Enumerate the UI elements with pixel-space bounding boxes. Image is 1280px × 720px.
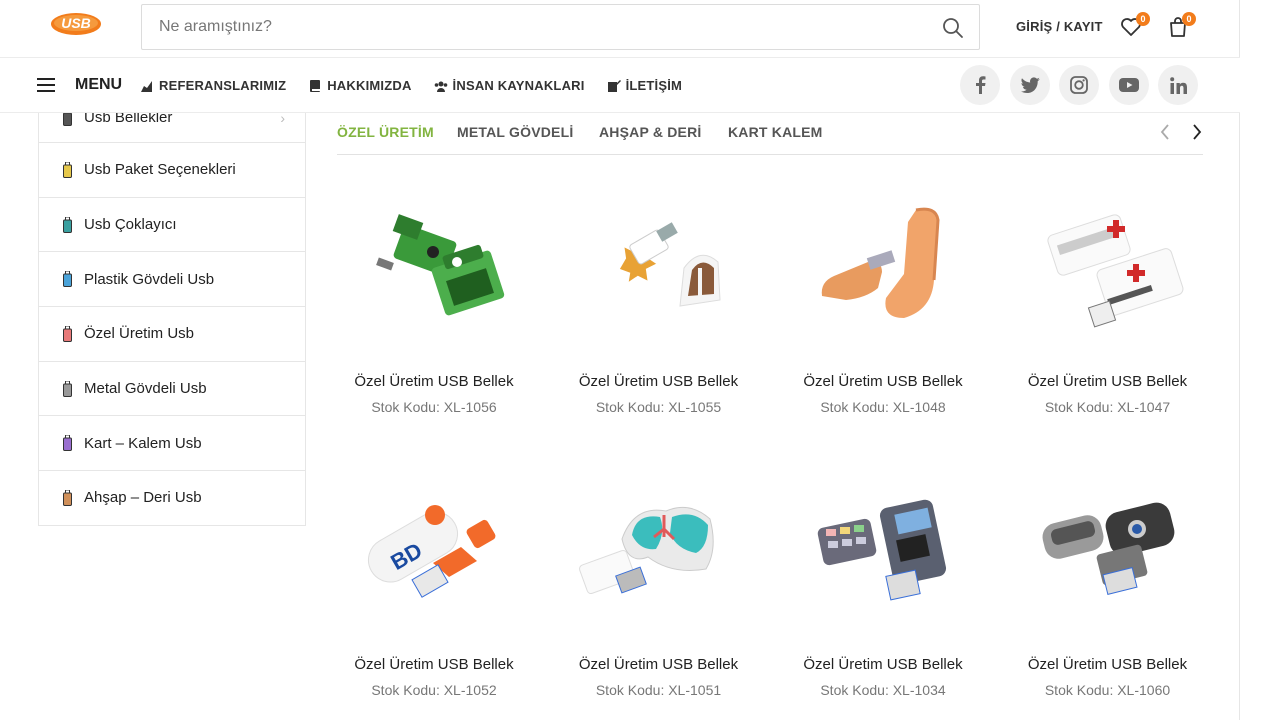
youtube-icon (1118, 78, 1139, 92)
linkedin-icon (1169, 76, 1187, 94)
product-stock-code: Stok Kodu: XL-1047 (1044, 399, 1171, 415)
product-name[interactable]: Özel Üretim USB Bellek (337, 373, 531, 390)
edit-icon (607, 79, 621, 92)
product-stock-code: Stok Kodu: XL-1056 (371, 399, 497, 415)
cart-count-badge: 0 (1182, 12, 1196, 26)
sidebar-category-label: Usb Paket Seçenekleri (84, 161, 236, 179)
product-stock-code: Stok Kodu: XL-1052 (371, 682, 497, 698)
product-stock-code: Stok Kodu: XL-1034 (820, 682, 946, 698)
usb-stick-icon (63, 271, 72, 288)
product-name[interactable]: Özel Üretim USB Bellek (562, 656, 756, 673)
hamburger-menu-icon[interactable] (37, 78, 55, 92)
sidebar-category-label: Metal Gövdeli Usb (84, 380, 207, 398)
tab-ozel-uretim[interactable]: ÖZEL ÜRETİM (337, 124, 434, 140)
product-card[interactable]: BD Özel Üretim USB Bellek Stok Kodu: XL-10… (337, 453, 531, 698)
book-icon (310, 79, 321, 92)
product-name[interactable]: Özel Üretim USB Bellek (337, 656, 531, 673)
product-card[interactable]: Özel Üretim USB Bellek Stok Kodu: XL-1051 (562, 453, 756, 698)
product-stock-code: Stok Kodu: XL-1051 (595, 682, 722, 698)
instagram-icon (1070, 76, 1088, 94)
product-card[interactable]: Özel Üretim USB Bellek Stok Kodu: XL-1056 (337, 170, 531, 415)
top-header: USB GİRİŞ / KAYIT 0 0 (0, 0, 1240, 56)
login-register-link[interactable]: GİRİŞ / KAYIT (1016, 19, 1103, 34)
sidebar-category-item[interactable]: Özel Üretim Usb (39, 306, 305, 361)
usb-stick-icon (63, 380, 72, 397)
sidebar-category-label: Plastik Gövdeli Usb (84, 270, 215, 288)
tab-ahsap-deri[interactable]: AHŞAP & DERİ (599, 124, 702, 140)
product-image[interactable] (1011, 170, 1205, 360)
product-image[interactable] (786, 453, 980, 643)
product-image[interactable] (1011, 453, 1205, 643)
page: USB GİRİŞ / KAYIT 0 0 MENU (0, 0, 1240, 720)
chevron-right-icon[interactable] (1191, 123, 1203, 141)
sidebar-category-item[interactable]: Metal Gövdeli Usb (39, 360, 305, 416)
logo-text: USB (61, 15, 91, 31)
search-icon[interactable] (941, 16, 965, 40)
sidebar-category-label: Usb Çoklayıcı (84, 216, 177, 234)
usb-stick-icon (63, 325, 72, 342)
product-name[interactable]: Özel Üretim USB Bellek (786, 373, 980, 390)
social-links (960, 65, 1208, 105)
product-card[interactable]: Özel Üretim USB Bellek Stok Kodu: XL-1048 (786, 170, 980, 415)
product-card[interactable]: Özel Üretim USB Bellek Stok Kodu: XL-1034 (786, 453, 980, 698)
product-image[interactable] (786, 170, 980, 360)
sidebar-category-label: Ahşap – Deri Usb (84, 489, 202, 507)
product-tabs: ÖZEL ÜRETİM METAL GÖVDELİ AHŞAP & DERİ K… (337, 113, 1203, 155)
product-image[interactable] (337, 170, 531, 360)
sidebar-category-item[interactable]: Usb Çoklayıcı (39, 196, 305, 252)
product-image[interactable]: BD (337, 453, 531, 643)
product-stock-code: Stok Kodu: XL-1055 (595, 399, 722, 415)
twitter-icon (1020, 77, 1040, 93)
nav-links: REFERANSLARIMIZ HAKKIMIZDA İNSAN KAYNAKL… (140, 78, 704, 93)
chevron-left-icon[interactable] (1159, 123, 1171, 141)
sidebar-category-item[interactable]: Plastik Gövdeli Usb (39, 251, 305, 306)
usb-logo[interactable]: USB (50, 12, 102, 36)
product-card[interactable]: Özel Üretim USB Bellek Stok Kodu: XL-1047 (1011, 170, 1205, 415)
sidebar-category-label: Kart – Kalem Usb (84, 434, 202, 452)
product-card[interactable]: Özel Üretim USB Bellek Stok Kodu: XL-1055 (562, 170, 756, 415)
product-name[interactable]: Özel Üretim USB Bellek (1011, 373, 1205, 390)
category-sidebar: Usb Bellekler › Usb Paket Seçenekleri Usb Ç… (38, 90, 306, 526)
product-image[interactable] (562, 453, 756, 643)
chart-icon (141, 80, 152, 92)
nav-link-label: İLETİŞİM (625, 78, 683, 93)
nav-link-referanslarimiz[interactable]: REFERANSLARIMIZ (140, 78, 286, 93)
search-box (141, 4, 980, 50)
youtube-button[interactable] (1108, 65, 1149, 105)
nav-link-label: İNSAN KAYNAKLARI (452, 78, 585, 93)
main-nav: MENU REFERANSLARIMIZ HAKKIMIZDA İNSAN KA… (0, 57, 1240, 113)
linkedin-button[interactable] (1158, 65, 1198, 105)
product-stock-code: Stok Kodu: XL-1060 (1044, 682, 1171, 698)
usb-stick-icon (63, 489, 72, 506)
facebook-icon (976, 76, 986, 94)
search-input[interactable] (142, 5, 922, 49)
wishlist-count-badge: 0 (1136, 12, 1150, 26)
menu-toggle-label[interactable]: MENU (75, 76, 122, 94)
nav-link-hakkimizda[interactable]: HAKKIMIZDA (308, 78, 411, 93)
product-image[interactable] (562, 170, 756, 360)
usb-stick-icon (63, 435, 72, 452)
sidebar-category-item[interactable]: Ahşap – Deri Usb (39, 470, 305, 525)
nav-link-insan-kaynaklari[interactable]: İNSAN KAYNAKLARI (434, 78, 585, 93)
sidebar-category-item[interactable]: Usb Paket Seçenekleri (39, 142, 305, 197)
product-card[interactable]: Özel Üretim USB Bellek Stok Kodu: XL-1060 (1011, 453, 1205, 698)
product-name[interactable]: Özel Üretim USB Bellek (562, 373, 756, 390)
sidebar-category-label: Özel Üretim Usb (84, 325, 195, 343)
usb-stick-icon (63, 216, 72, 233)
sidebar-category-item[interactable]: Kart – Kalem Usb (39, 415, 305, 470)
tab-kart-kalem[interactable]: KART KALEM (728, 124, 823, 140)
facebook-button[interactable] (960, 65, 1000, 105)
nav-link-iletisim[interactable]: İLETİŞİM (607, 78, 683, 93)
product-name[interactable]: Özel Üretim USB Bellek (786, 656, 980, 673)
nav-link-label: REFERANSLARIMIZ (159, 78, 287, 93)
product-name[interactable]: Özel Üretim USB Bellek (1011, 656, 1205, 673)
nav-link-label: HAKKIMIZDA (327, 78, 412, 93)
tab-metal-govdeli[interactable]: METAL GÖVDELİ (457, 124, 573, 140)
product-stock-code: Stok Kodu: XL-1048 (820, 399, 946, 415)
usb-stick-icon (63, 161, 72, 178)
twitter-button[interactable] (1009, 65, 1050, 105)
users-icon (434, 81, 447, 92)
instagram-button[interactable] (1059, 65, 1099, 105)
